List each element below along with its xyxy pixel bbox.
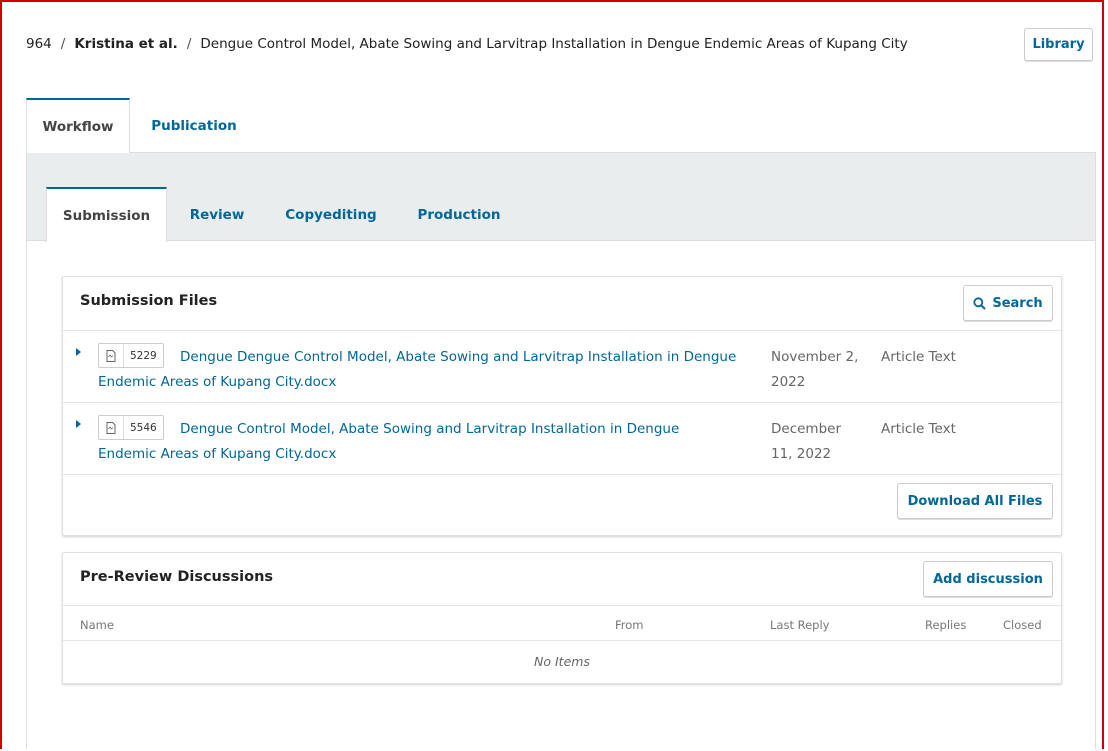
breadcrumb-separator: / — [60, 36, 66, 52]
submission-title: Dengue Control Model, Abate Sowing and L… — [200, 36, 908, 52]
discussions-title: Pre-Review Discussions — [80, 569, 274, 585]
expand-caret-icon[interactable] — [76, 420, 81, 428]
column-last-reply: Last Reply — [770, 618, 830, 632]
file-date: December 11, 2022 — [771, 421, 842, 462]
file-name-link[interactable]: Dengue Control Model, Abate Sowing and L… — [98, 417, 738, 467]
tab-submission[interactable]: Submission — [46, 187, 167, 242]
library-button[interactable]: Library — [1024, 28, 1093, 61]
search-button[interactable]: Search — [963, 285, 1053, 321]
breadcrumb-separator: / — [186, 36, 192, 52]
submission-files-title: Submission Files — [80, 293, 218, 309]
download-all-files-button[interactable]: Download All Files — [897, 483, 1053, 519]
tab-workflow[interactable]: Workflow — [26, 98, 130, 153]
column-name: Name — [80, 618, 114, 632]
column-replies: Replies — [925, 618, 967, 632]
discussions-table-header: Name From Last Reply Replies Closed — [63, 605, 1061, 640]
tab-review[interactable]: Review — [176, 187, 258, 242]
file-type: Article Text — [881, 421, 956, 437]
add-discussion-button[interactable]: Add discussion — [923, 561, 1053, 597]
search-icon — [973, 296, 987, 310]
file-row: 5546 Dengue Control Model, Abate Sowing … — [63, 402, 1061, 474]
breadcrumb: 964 / Kristina et al. / Dengue Control Model… — [26, 36, 908, 52]
submission-author: Kristina et al. — [74, 36, 178, 52]
pre-review-discussions-card: Pre-Review Discussions Add discussion Na… — [62, 552, 1062, 684]
divider — [63, 640, 1061, 641]
file-name-link[interactable]: Dengue Dengue Control Model, Abate Sowin… — [98, 345, 738, 395]
tab-publication[interactable]: Publication — [138, 98, 250, 153]
submission-id: 964 — [26, 36, 52, 52]
expand-caret-icon[interactable] — [76, 348, 81, 356]
tab-production[interactable]: Production — [402, 187, 516, 242]
file-row: 5229 Dengue Dengue Control Model, Abate … — [63, 330, 1061, 402]
file-type: Article Text — [881, 349, 956, 365]
column-from: From — [615, 618, 644, 632]
empty-table-message: No Items — [534, 654, 590, 669]
submission-files-card: Submission Files Search 5229 Dengue Deng… — [62, 276, 1062, 536]
page-header: 964 / Kristina et al. / Dengue Control Model… — [0, 0, 1104, 90]
search-button-label: Search — [992, 295, 1043, 311]
column-closed: Closed — [1003, 618, 1042, 632]
file-date: November 2, 2022 — [771, 349, 859, 390]
divider — [63, 474, 1061, 475]
tab-copyediting[interactable]: Copyediting — [271, 187, 391, 242]
